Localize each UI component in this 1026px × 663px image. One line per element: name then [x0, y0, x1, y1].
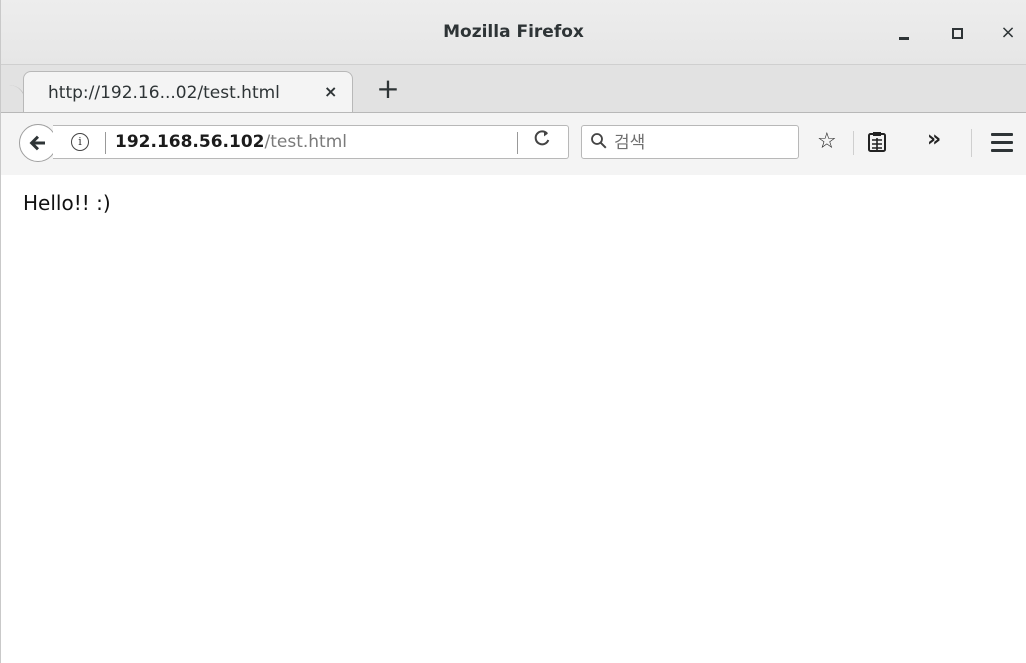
page-content: Hello!! :) [1, 175, 1026, 663]
tab-active[interactable]: http://192.16...02/test.html × [23, 71, 353, 113]
menu-line [991, 149, 1013, 152]
tab-title: http://192.16...02/test.html [48, 83, 280, 103]
reload-button[interactable] [533, 129, 551, 152]
navigation-bar: i 192.168.56.102/test.html ☆ [1, 112, 1026, 176]
site-info-icon[interactable]: i [71, 133, 89, 151]
hamburger-menu-icon[interactable] [991, 133, 1013, 157]
clipboard-icon [868, 132, 886, 152]
bookmark-star-button[interactable]: ☆ [817, 129, 837, 154]
tab-strip: http://192.16...02/test.html × + [1, 64, 1026, 113]
search-icon [591, 133, 607, 149]
maximize-icon [952, 28, 963, 39]
browser-window: Mozilla Firefox × http://192.16...02/tes… [0, 0, 1026, 663]
reload-icon [534, 130, 550, 146]
back-button[interactable] [19, 124, 57, 162]
reload-separator [517, 132, 518, 154]
menu-line [991, 133, 1013, 136]
window-title: Mozilla Firefox [443, 22, 584, 42]
tab-close-button[interactable]: × [324, 82, 337, 101]
toolbar-separator-2 [971, 129, 972, 157]
maximize-button[interactable] [944, 20, 970, 46]
url-separator [105, 132, 106, 154]
url-bar[interactable]: i 192.168.56.102/test.html [53, 125, 569, 159]
minimize-icon [899, 37, 909, 40]
menu-line [991, 141, 1013, 144]
url-text[interactable]: 192.168.56.102/test.html [115, 132, 347, 152]
close-window-button[interactable]: × [995, 20, 1021, 46]
title-bar[interactable]: Mozilla Firefox × [1, 0, 1026, 64]
toolbar-separator [853, 131, 854, 155]
search-input[interactable] [612, 130, 796, 156]
back-arrow-icon [29, 135, 45, 151]
new-tab-button[interactable]: + [373, 75, 403, 105]
overflow-menu-button[interactable]: » [927, 127, 941, 152]
library-button[interactable] [867, 131, 887, 159]
page-text: Hello!! :) [23, 191, 111, 215]
url-path: /test.html [264, 132, 348, 152]
url-host: 192.168.56.102 [115, 132, 265, 152]
minimize-button[interactable] [891, 20, 917, 46]
search-box[interactable] [581, 125, 799, 159]
